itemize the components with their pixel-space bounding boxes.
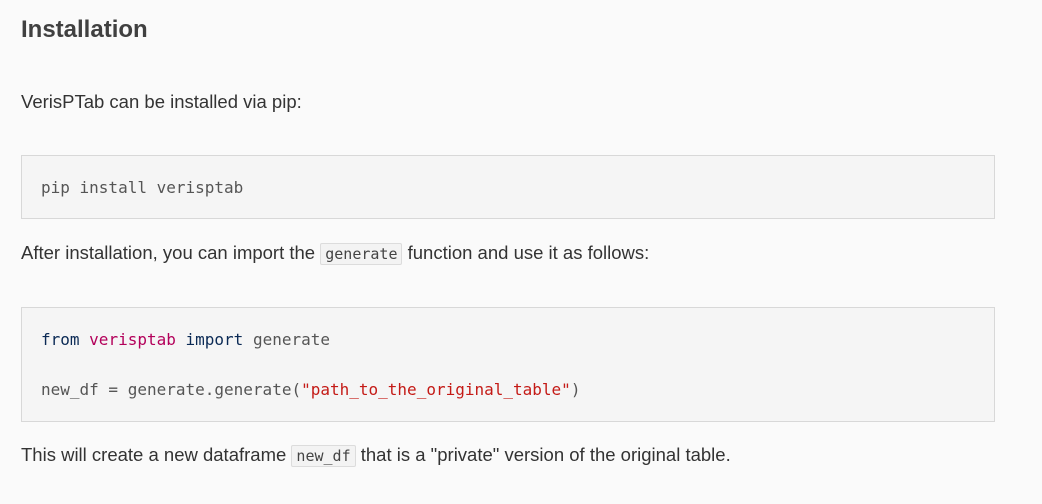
install-code-block: pip install verisptab [21, 155, 995, 219]
intro-paragraph: VerisPTab can be installed via pip: [21, 91, 302, 112]
call-prefix: new_df = generate.generate( [41, 380, 302, 399]
usage-intro-paragraph: After installation, you can import the g… [21, 240, 649, 267]
install-command: pip install verisptab [41, 178, 244, 197]
keyword-from: from [41, 330, 80, 349]
imported-name: generate [252, 330, 331, 349]
usage-intro-text-before: After installation, you can import the [21, 242, 321, 263]
outro-text-before: This will create a new dataframe [21, 444, 292, 465]
usage-intro-text-after: function and use it as follows: [402, 242, 650, 263]
code-line-import: from verisptab import generate [41, 330, 330, 350]
keyword-import: import [185, 330, 244, 349]
module-name: verisptab [89, 330, 176, 349]
call-suffix: ) [570, 380, 581, 399]
path-string-literal: "path_to_the_original_table" [301, 380, 571, 399]
inline-code-new-df: new_df [291, 445, 356, 467]
code-line-call: new_df = generate.generate("path_to_the_… [41, 380, 580, 400]
outro-paragraph: This will create a new dataframe new_df … [21, 442, 731, 469]
usage-code-block: from verisptab import generate new_df = … [21, 307, 995, 422]
inline-code-generate: generate [320, 243, 403, 265]
outro-text-after: that is a "private" version of the origi… [355, 444, 731, 465]
section-title: Installation [21, 16, 148, 43]
